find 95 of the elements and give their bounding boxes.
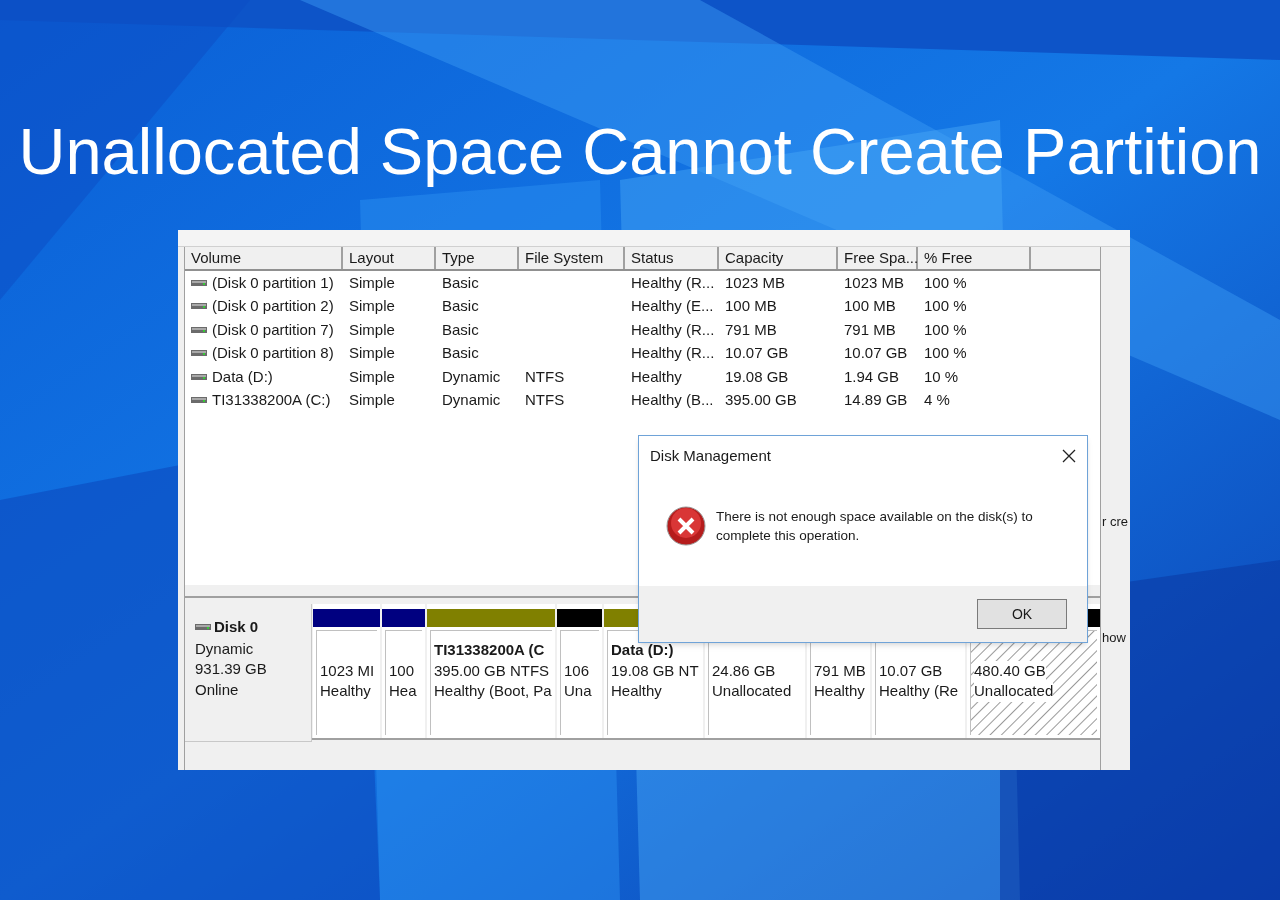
table-cell-text: 100 % (924, 343, 967, 363)
table-cell-text: Simple (349, 390, 395, 410)
column-header[interactable]: Free Spa... (838, 247, 918, 269)
table-cell-text: NTFS (525, 390, 565, 410)
drive-icon (191, 325, 207, 334)
disk-name: Disk 0 (214, 617, 259, 637)
disk-info: 931.39 GB (195, 659, 268, 679)
table-cell-text: 791 MB (844, 319, 896, 340)
partition-info: 10.07 GB (879, 660, 943, 681)
clipped-label: how (1101, 628, 1126, 647)
table-cell-text: Simple (349, 296, 395, 316)
table-cell-text: Healthy (R... (631, 319, 715, 340)
partition-block[interactable]: TI31338200A (C 395.00 GB NTFS Healthy (Boot, Pa (427, 604, 555, 738)
partition-info: Unallocated (712, 681, 792, 701)
clipped-label: r cre (1101, 513, 1128, 531)
partition-info: 24.86 GB (712, 660, 776, 681)
disk-info: Online (195, 679, 240, 700)
column-header[interactable]: Volume (185, 247, 343, 269)
table-cell-text: 395.00 GB (725, 390, 797, 410)
drive-icon (191, 278, 207, 287)
table-cell-text: Simple (349, 272, 395, 293)
partition-title: Data (D:) (611, 640, 675, 660)
column-header[interactable]: % Free (918, 247, 1031, 269)
table-cell-text: NTFS (525, 366, 565, 387)
error-message: There is not enough space available on the disk(s) to complete this operation. (716, 508, 1034, 545)
dialog-title: Disk Management (650, 445, 771, 466)
table-cell-text: 4 % (924, 390, 950, 410)
table-cell-text: Healthy (B... (631, 390, 714, 410)
table-cell-text: 1023 MB (725, 272, 786, 293)
partition-info: Healthy (814, 681, 865, 701)
drive-icon (191, 372, 207, 381)
table-cell-text: (Disk 0 partition 1) (212, 272, 334, 293)
table-cell-text: Simple (349, 343, 395, 363)
column-header[interactable]: Type (436, 247, 519, 269)
table-cell-text: TI31338200A (C:) (212, 390, 331, 410)
table-cell-text: Data (D:) (212, 366, 273, 387)
partition-info: Healthy (320, 681, 371, 701)
table-cell-text: Simple (349, 366, 395, 387)
table-cell-text: (Disk 0 partition 2) (212, 296, 334, 316)
partition-title: TI31338200A (C (434, 640, 546, 660)
close-icon[interactable] (1062, 449, 1076, 463)
column-header[interactable]: Status (625, 247, 719, 269)
table-cell-text: (Disk 0 partition 8) (212, 343, 334, 363)
table-cell-text: Basic (442, 296, 479, 316)
table-cell-text: 100 % (924, 272, 967, 293)
partition-info: 100 (389, 660, 415, 681)
table-cell-text: 100 % (924, 296, 967, 316)
partition-info: Hea (389, 681, 417, 701)
partition-info: 395.00 GB NTFS (434, 660, 550, 681)
headline: Unallocated Space Cannot Create Partition (18, 114, 1262, 190)
disk-info: Dynamic (195, 638, 255, 659)
partition-info: Healthy (Re (879, 681, 959, 701)
table-cell-text: Healthy (631, 366, 682, 387)
table-cell-text: Healthy (R... (631, 272, 715, 293)
column-header[interactable]: Layout (343, 247, 436, 269)
table-cell-text: 19.08 GB (725, 366, 789, 387)
table-cell-text: Dynamic (442, 390, 501, 410)
partition-info: Una (564, 681, 592, 701)
table-cell-text: Healthy (R... (631, 343, 715, 363)
table-cell-text: 10.07 GB (844, 343, 908, 363)
partition-block[interactable]: 1023 MI Healthy (313, 604, 380, 738)
table-cell-text: Basic (442, 343, 479, 363)
partition-info: Healthy (611, 681, 662, 701)
partition-info: 1023 MI (320, 660, 375, 681)
partition-block[interactable]: 106 Una (557, 604, 602, 738)
drive-icon (191, 349, 207, 358)
table-cell-text: 100 MB (725, 296, 777, 316)
table-cell-text: Simple (349, 319, 395, 340)
partition-info: 791 MB (814, 660, 866, 681)
table-cell-text: 1023 MB (844, 272, 905, 293)
partition-block[interactable]: 100 Hea (382, 604, 425, 738)
table-cell-text: Healthy (E... (631, 296, 714, 316)
column-header[interactable]: Capacity (719, 247, 838, 269)
table-cell-text: 1.94 GB (844, 366, 900, 387)
partition-info: 19.08 GB NT (611, 660, 699, 681)
drive-icon (195, 623, 211, 632)
table-cell-text: 10 % (924, 366, 959, 387)
partition-info: 106 (564, 660, 590, 681)
drive-icon (191, 396, 207, 405)
table-cell-text: 100 % (924, 319, 967, 340)
table-cell-text: 14.89 GB (844, 390, 908, 410)
partition-info: Healthy (Boot, Pa (434, 681, 552, 701)
table-cell-text: (Disk 0 partition 7) (212, 319, 334, 340)
partition-info: Unallocated (974, 681, 1054, 702)
table-cell-text: 10.07 GB (725, 343, 789, 363)
table-cell-text: 791 MB (725, 319, 777, 340)
error-icon (666, 506, 706, 546)
column-header[interactable]: File System (519, 247, 625, 269)
partition-info: 480.40 GB (974, 660, 1046, 681)
drive-icon (191, 302, 207, 311)
table-cell-text: Dynamic (442, 366, 501, 387)
table-cell-text: 100 MB (844, 296, 896, 316)
table-cell-text: Basic (442, 319, 479, 340)
table-cell-text: Basic (442, 272, 479, 293)
ok-button[interactable]: OK (977, 599, 1067, 629)
